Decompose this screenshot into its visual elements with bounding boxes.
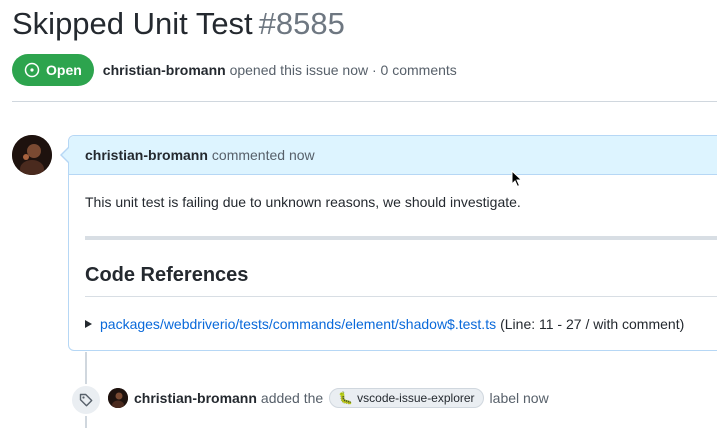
event-action: added the [260,390,324,406]
comment-meta[interactable]: commented now [212,147,315,163]
issue-state-row: Open christian-bromann opened this issue… [12,54,457,86]
issue-title-text: Skipped Unit Test [12,6,253,41]
disclosure-triangle-icon[interactable] [85,320,92,328]
issue-number: #8585 [258,6,345,41]
issue-author-link[interactable]: christian-bromann [103,62,226,78]
state-badge: Open [12,54,94,86]
issue-label-name: vscode-issue-explorer [357,391,475,405]
comment-rule [85,236,717,240]
comment-pointer-fill [62,147,70,163]
comment-body: This unit test is failing due to unknown… [85,194,521,210]
event-actor-avatar[interactable] [108,388,128,408]
code-reference-item: packages/webdriverio/tests/commands/elem… [85,316,684,332]
label-event: christian-bromann added the 🐛 vscode-iss… [108,387,549,409]
header-divider [12,101,717,102]
caterpillar-icon: 🐛 [338,391,354,405]
comment-box: christian-bromann commented now This uni… [68,135,717,351]
code-reference-link[interactable]: packages/webdriverio/tests/commands/elem… [100,316,496,332]
mouse-pointer-icon [511,169,523,193]
label-event-badge [70,384,102,416]
issue-opened-text: opened this issue now · 0 comments [229,62,457,78]
issue-title: Skipped Unit Test #8585 [12,4,345,44]
event-suffix: label now [489,390,549,406]
issue-open-icon [24,62,40,78]
code-references-heading: Code References [85,264,249,286]
tag-icon [79,393,93,407]
heading-rule [85,296,717,297]
issue-meta: christian-bromann opened this issue now … [103,62,457,78]
comment-author-avatar[interactable] [12,135,52,175]
event-actor-link[interactable]: christian-bromann [134,390,257,406]
issue-label[interactable]: 🐛 vscode-issue-explorer [329,388,484,408]
code-reference-detail: (Line: 11 - 27 / with comment) [500,316,685,332]
state-label: Open [46,62,82,78]
comment-author-link[interactable]: christian-bromann [85,147,208,163]
comment-header: christian-bromann commented now [69,136,717,175]
